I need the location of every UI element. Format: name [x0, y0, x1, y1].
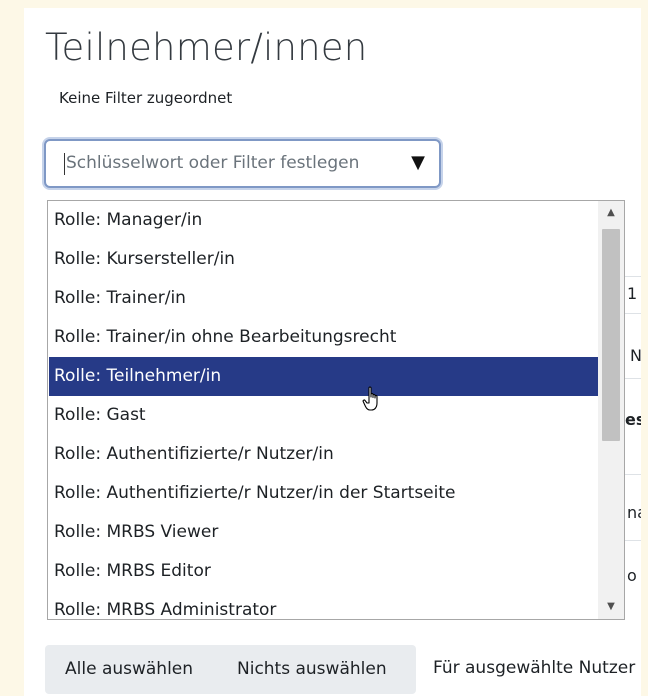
- scrollbar-thumb[interactable]: [602, 229, 620, 441]
- table-cell-fragment: N: [630, 346, 641, 365]
- dropdown-option[interactable]: Rolle: MRBS Viewer: [49, 513, 599, 552]
- table-cell-fragment: 1: [627, 284, 638, 303]
- table-cell-fragment: na: [627, 503, 641, 522]
- dropdown-option[interactable]: Rolle: Authentifizierte/r Nutzer/in der …: [49, 474, 599, 513]
- filter-input[interactable]: Schlüsselwort oder Filter festlegen ▼: [44, 139, 441, 188]
- dropdown-option[interactable]: Rolle: MRBS Administrator: [49, 591, 599, 619]
- filter-placeholder: Schlüsselwort oder Filter festlegen: [66, 153, 360, 173]
- dropdown-option[interactable]: Rolle: MRBS Editor: [49, 552, 599, 591]
- filter-dropdown-list[interactable]: Rolle: Manager/in Rolle: Kursersteller/i…: [47, 200, 625, 620]
- dropdown-option[interactable]: Rolle: Kursersteller/in: [49, 240, 599, 279]
- scroll-down-icon[interactable]: ▼: [598, 597, 624, 617]
- dropdown-option[interactable]: Rolle: Trainer/in ohne Bearbeitungsrecht: [49, 318, 599, 357]
- dropdown-arrow-icon[interactable]: ▼: [411, 152, 425, 173]
- select-all-button[interactable]: Alle auswählen: [65, 645, 193, 694]
- filter-status-text: Keine Filter zugeordnet: [59, 89, 233, 107]
- dropdown-scrollbar[interactable]: ▲ ▼: [598, 201, 624, 619]
- dropdown-option[interactable]: Rolle: Gast: [49, 396, 599, 435]
- main-panel: Teilnehmer/innen Keine Filter zugeordnet…: [24, 8, 641, 696]
- scroll-up-icon[interactable]: ▲: [598, 203, 624, 223]
- bulk-action-label: Für ausgewählte Nutzer: [433, 658, 636, 678]
- selection-button-group: Alle auswählen Nichts auswählen: [45, 645, 416, 694]
- table-cell-fragment: o: [627, 566, 637, 585]
- dropdown-option[interactable]: Rolle: Manager/in: [49, 201, 599, 240]
- page-title: Teilnehmer/innen: [45, 26, 368, 69]
- dropdown-option[interactable]: Rolle: Authentifizierte/r Nutzer/in: [49, 435, 599, 474]
- dropdown-option[interactable]: Rolle: Trainer/in: [49, 279, 599, 318]
- hand-pointer-icon: [362, 386, 378, 411]
- text-caret: [64, 153, 65, 175]
- dropdown-option-selected[interactable]: Rolle: Teilnehmer/in: [49, 357, 599, 396]
- select-none-button[interactable]: Nichts auswählen: [237, 645, 387, 694]
- table-cell-fragment: es: [625, 410, 641, 429]
